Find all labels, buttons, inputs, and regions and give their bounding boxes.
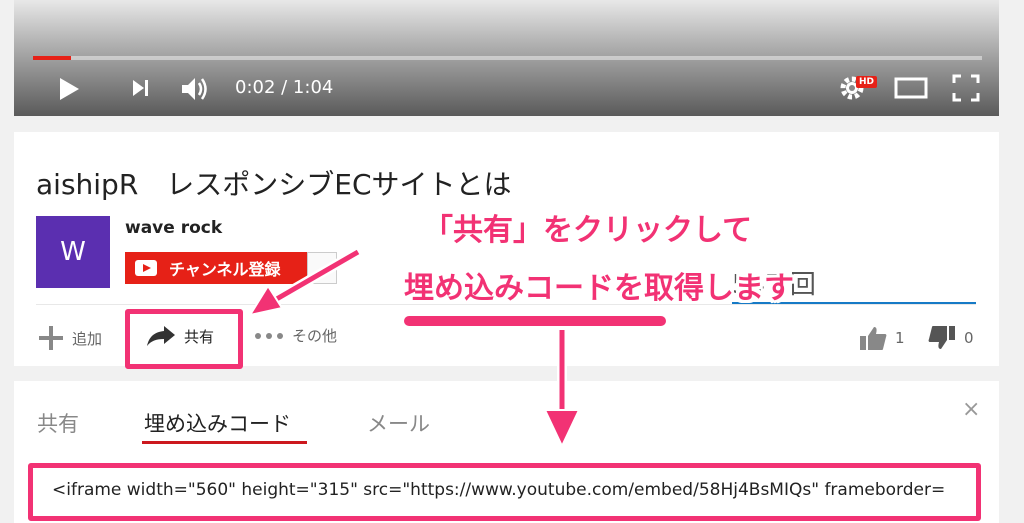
annotation-underline [404,316,666,326]
down-arrow-icon [543,330,581,449]
pointer-arrow-icon [247,247,361,317]
annotation-line-1: 「共有」をクリックして [423,213,753,248]
annotation-arrows [247,247,581,449]
annotation-line-2: 埋め込みコードを取得します [404,271,794,306]
